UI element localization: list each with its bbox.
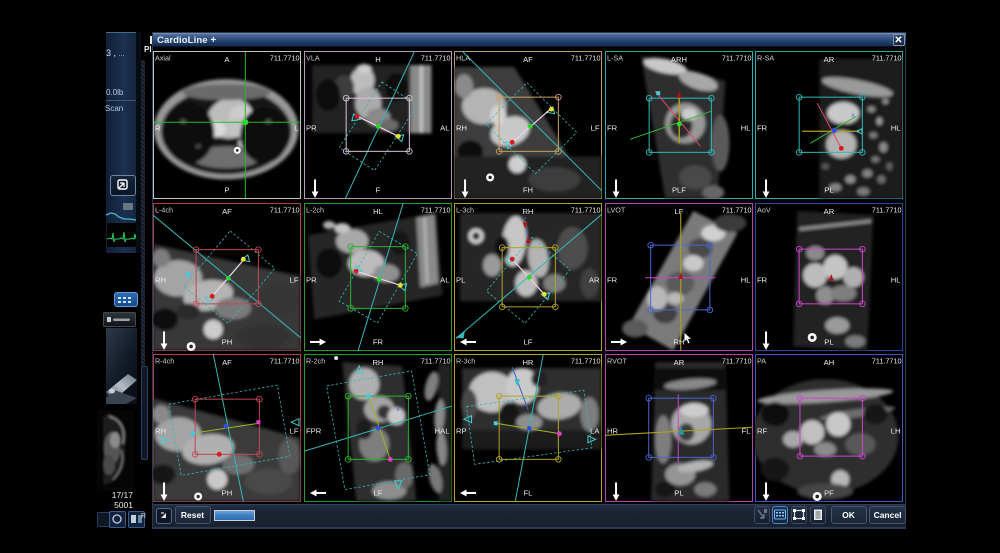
svg-text:HR: HR xyxy=(522,358,533,367)
svg-text:L: L xyxy=(294,123,298,132)
svg-text:HL: HL xyxy=(373,207,383,216)
svg-text:PL: PL xyxy=(456,275,465,284)
svg-text:FL: FL xyxy=(741,426,750,435)
svg-text:AR: AR xyxy=(824,207,835,216)
svg-text:PH: PH xyxy=(222,488,233,497)
svg-text:AF: AF xyxy=(222,207,232,216)
svg-text:AR: AR xyxy=(589,275,600,284)
svg-text:LF: LF xyxy=(591,123,600,132)
svg-text:RH: RH xyxy=(522,207,533,216)
svg-text:HL: HL xyxy=(891,123,901,132)
svg-text:R-2ch: R-2ch xyxy=(306,357,325,366)
svg-text:RF: RF xyxy=(757,426,767,435)
svg-text:LF: LF xyxy=(674,207,683,216)
svg-text:L-2ch: L-2ch xyxy=(306,205,324,214)
svg-text:711.7710: 711.7710 xyxy=(420,357,450,366)
svg-text:LF: LF xyxy=(290,426,299,435)
svg-text:RH: RH xyxy=(456,123,467,132)
svg-text:PF: PF xyxy=(824,488,834,497)
svg-text:FPR: FPR xyxy=(306,426,322,435)
svg-text:R: R xyxy=(155,123,161,132)
svg-text:HL: HL xyxy=(891,275,901,284)
svg-text:PLF: PLF xyxy=(671,185,685,194)
svg-text:L-4ch: L-4ch xyxy=(155,205,173,214)
svg-text:RVOT: RVOT xyxy=(607,357,628,366)
svg-text:PH: PH xyxy=(222,337,233,346)
svg-text:711.7710: 711.7710 xyxy=(721,357,751,366)
svg-text:LA: LA xyxy=(590,426,600,435)
svg-text:711.7710: 711.7710 xyxy=(420,205,450,214)
svg-text:711.7710: 711.7710 xyxy=(571,357,601,366)
svg-text:R-4ch: R-4ch xyxy=(155,357,174,366)
svg-text:HR: HR xyxy=(607,426,618,435)
svg-text:FR: FR xyxy=(757,123,768,132)
svg-text:711.7710: 711.7710 xyxy=(571,205,601,214)
svg-text:711.7710: 711.7710 xyxy=(270,357,300,366)
svg-text:FR: FR xyxy=(607,123,618,132)
svg-text:HLA: HLA xyxy=(456,54,470,63)
svg-text:L-3ch: L-3ch xyxy=(456,205,474,214)
svg-text:711.7710: 711.7710 xyxy=(872,54,902,63)
svg-text:Axial: Axial xyxy=(155,54,171,63)
svg-text:FH: FH xyxy=(523,185,533,194)
svg-text:AoV: AoV xyxy=(757,205,771,214)
svg-text:AH: AH xyxy=(824,358,835,367)
svg-text:711.7710: 711.7710 xyxy=(571,54,601,63)
svg-text:LVOT: LVOT xyxy=(607,205,626,214)
svg-text:711.7710: 711.7710 xyxy=(721,205,751,214)
svg-text:LF: LF xyxy=(524,337,533,346)
svg-text:PL: PL xyxy=(824,185,833,194)
svg-text:RH: RH xyxy=(673,337,684,346)
svg-text:F: F xyxy=(375,185,380,194)
svg-text:LH: LH xyxy=(891,426,901,435)
svg-text:711.7710: 711.7710 xyxy=(270,54,300,63)
svg-text:PL: PL xyxy=(674,488,683,497)
svg-text:FL: FL xyxy=(524,488,533,497)
svg-text:AR: AR xyxy=(824,55,835,64)
svg-text:711.7710: 711.7710 xyxy=(270,205,300,214)
svg-text:H: H xyxy=(375,55,381,64)
svg-text:AR: AR xyxy=(673,358,684,367)
svg-text:PR: PR xyxy=(306,275,317,284)
svg-text:L-SA: L-SA xyxy=(607,54,623,63)
svg-text:ARH: ARH xyxy=(670,55,686,64)
svg-text:RH: RH xyxy=(155,426,166,435)
svg-text:711.7710: 711.7710 xyxy=(872,357,902,366)
svg-text:LF: LF xyxy=(373,488,382,497)
svg-text:PR: PR xyxy=(306,123,317,132)
svg-text:RP: RP xyxy=(456,426,467,435)
svg-text:AL: AL xyxy=(440,275,449,284)
svg-text:RH: RH xyxy=(155,275,166,284)
svg-text:HL: HL xyxy=(740,275,750,284)
svg-text:FR: FR xyxy=(372,337,383,346)
svg-text:VLA: VLA xyxy=(306,54,320,63)
svg-text:711.7710: 711.7710 xyxy=(420,54,450,63)
svg-text:R-3ch: R-3ch xyxy=(456,357,475,366)
svg-text:R-SA: R-SA xyxy=(757,54,774,63)
svg-text:FR: FR xyxy=(757,275,768,284)
svg-text:PA: PA xyxy=(757,357,766,366)
svg-text:RH: RH xyxy=(372,358,383,367)
svg-text:FR: FR xyxy=(607,275,618,284)
svg-text:AL: AL xyxy=(440,123,449,132)
svg-text:HL: HL xyxy=(740,123,750,132)
svg-text:711.7710: 711.7710 xyxy=(872,205,902,214)
svg-text:AF: AF xyxy=(222,358,232,367)
svg-text:P: P xyxy=(224,185,229,194)
svg-text:LF: LF xyxy=(290,275,299,284)
svg-text:HAL: HAL xyxy=(434,426,449,435)
svg-text:711.7710: 711.7710 xyxy=(721,54,751,63)
svg-text:PL: PL xyxy=(824,337,833,346)
svg-text:AF: AF xyxy=(523,55,533,64)
